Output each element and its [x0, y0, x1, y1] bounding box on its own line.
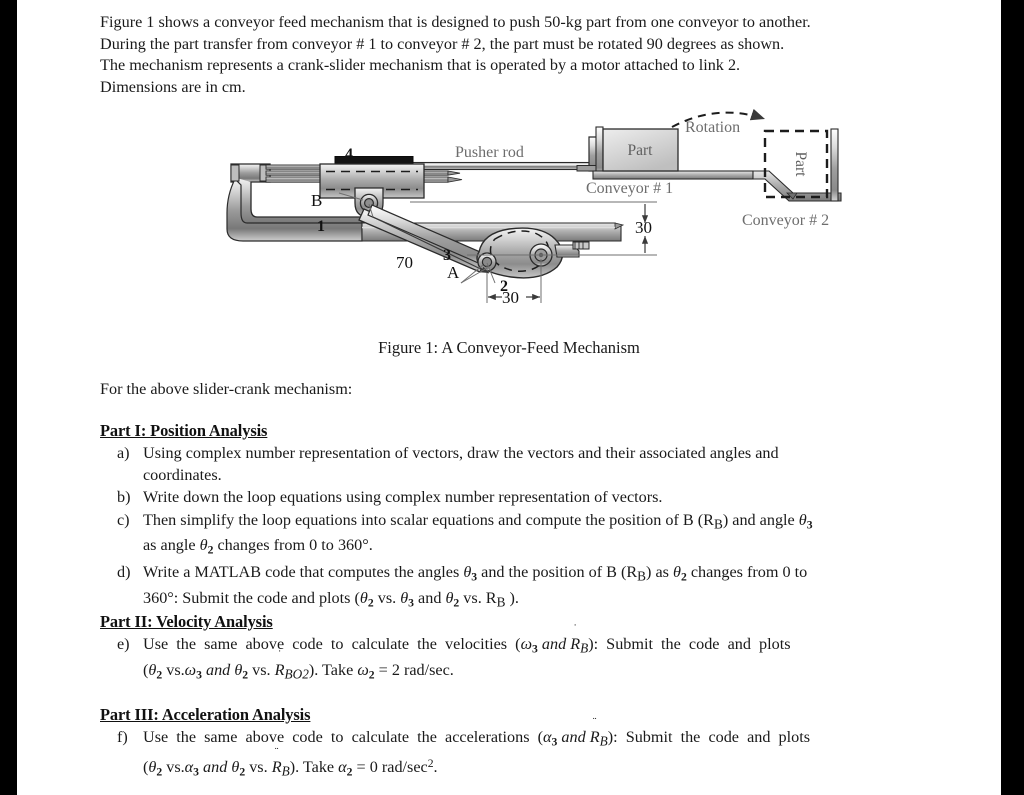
- item-a: a) Using complex number representation o…: [100, 443, 930, 486]
- lead-text: For the above slider-crank mechanism:: [100, 380, 353, 398]
- document-page: Figure 1 shows a conveyor feed mechanism…: [17, 0, 1001, 795]
- part-2-heading: Part II: Velocity Analysis: [100, 612, 273, 631]
- item-a-marker: a): [117, 444, 130, 462]
- part-3-items: f) Use the same above code to calculate …: [100, 727, 930, 783]
- pusher-rod-label: Pusher rod: [455, 144, 524, 161]
- dimension-30-offset-text: 30: [502, 288, 519, 307]
- intro-line-2: During the part transfer from conveyor #…: [100, 34, 785, 53]
- rotation-label: Rotation: [685, 119, 741, 136]
- intro-line-1: Figure 1 shows a conveyor feed mechanism…: [100, 13, 811, 31]
- intro-paragraph: Figure 1 shows a conveyor feed mechanism…: [100, 12, 927, 98]
- part-3-heading: Part III: Acceleration Analysis: [100, 705, 311, 724]
- joint-b-label: B: [311, 191, 323, 210]
- item-d-text: Write a MATLAB code that computes the an…: [143, 563, 808, 610]
- conveyor-mechanism-figure: Part Part Pusher rod Conveyor # 1 Convey…: [17, 105, 1001, 330]
- conveyor-2: [830, 128, 839, 202]
- dimension-30-height-text: 30: [635, 218, 652, 237]
- item-f-marker: f): [117, 728, 128, 746]
- part-1-items: a) Using complex number representation o…: [100, 443, 930, 615]
- item-e-text: Use the same above code to calculate the…: [143, 635, 791, 682]
- item-c: c) Then simplify the loop equations into…: [100, 510, 930, 562]
- item-d: d) Write a MATLAB code that computes the…: [100, 562, 930, 614]
- part-1-heading: Part I: Position Analysis: [100, 421, 268, 440]
- figure-caption: Figure 1: A Conveyor-Feed Mechanism: [378, 338, 640, 357]
- item-c-marker: c): [117, 510, 130, 529]
- item-b: b) Write down the loop equations using c…: [100, 487, 930, 509]
- intro-line-4: Dimensions are in cm.: [100, 77, 246, 96]
- item-f-text: Use the same above code to calculate the…: [143, 728, 811, 779]
- item-d-marker: d): [117, 563, 131, 582]
- item-e-marker: e): [117, 635, 130, 653]
- item-e: e) Use the same above code to calculate …: [100, 634, 930, 686]
- item-c-text: Then simplify the loop equations into sc…: [143, 510, 813, 557]
- item-a-text: Using complex number representation of v…: [143, 444, 779, 484]
- conveyor-2-label: Conveyor # 2: [742, 212, 830, 229]
- link-1-number: 1: [317, 218, 325, 235]
- item-f: f) Use the same above code to calculate …: [100, 727, 930, 782]
- part-2-items: e) Use the same above code to calculate …: [100, 634, 930, 687]
- dimension-70-text: 70: [396, 253, 413, 272]
- link-4-number: 4: [345, 146, 353, 163]
- document-body: Figure 1 shows a conveyor feed mechanism…: [17, 0, 1001, 795]
- joint-a-label: A: [447, 263, 460, 282]
- intro-line-3: The mechanism represents a crank-slider …: [100, 56, 741, 74]
- conveyor-1-label: Conveyor # 1: [586, 180, 674, 197]
- part-label-2: Part: [792, 152, 809, 178]
- item-b-text: Write down the loop equations using comp…: [143, 488, 663, 506]
- part-label-1: Part: [628, 142, 654, 159]
- item-b-marker: b): [117, 488, 131, 506]
